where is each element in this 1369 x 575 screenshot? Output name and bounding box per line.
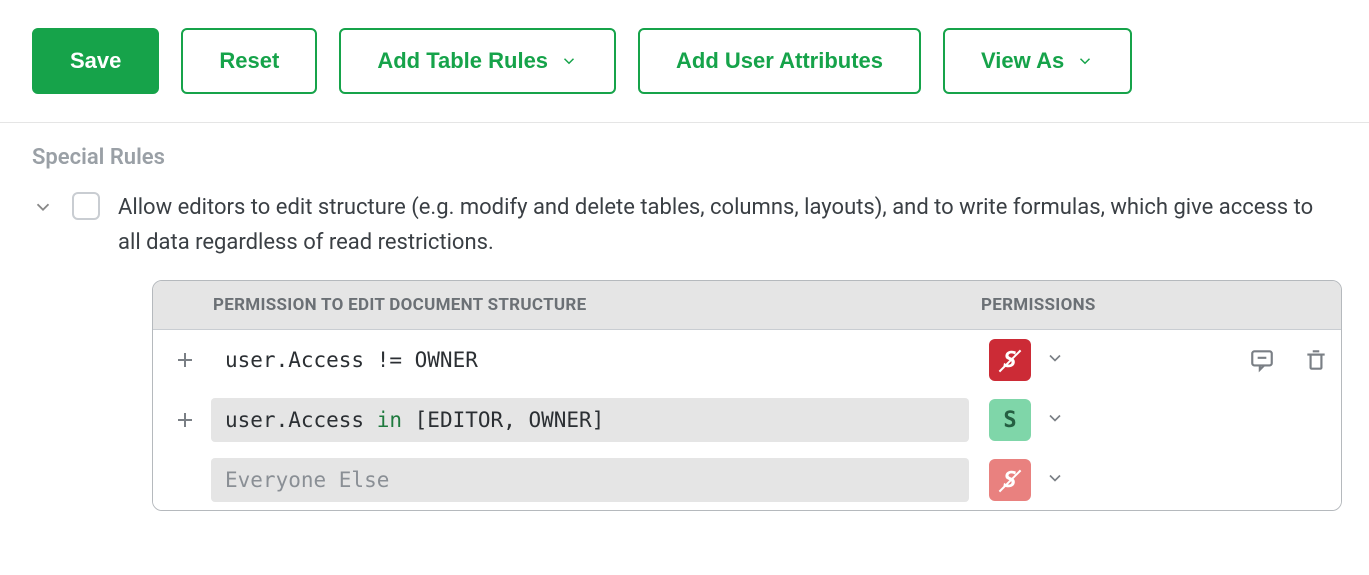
permission-badge[interactable]: S xyxy=(989,459,1031,501)
condition-input[interactable]: user.Access != OWNER xyxy=(211,338,969,382)
reset-button[interactable]: Reset xyxy=(181,28,317,94)
table-row: Everyone Else S xyxy=(153,450,1341,510)
column-condition-header: PERMISSION TO EDIT DOCUMENT STRUCTURE xyxy=(153,281,981,329)
row-actions xyxy=(1249,347,1329,373)
permission-badge[interactable]: S xyxy=(989,399,1031,441)
permission-cell: S xyxy=(989,339,1329,381)
condition-input[interactable]: Everyone Else xyxy=(211,458,969,502)
allow-editors-row: Allow editors to edit structure (e.g. mo… xyxy=(32,190,1337,260)
table-body: user.Access != OWNER Suser.Access in [EDI… xyxy=(153,330,1341,510)
permission-badge[interactable]: S xyxy=(989,339,1031,381)
delete-icon[interactable] xyxy=(1303,347,1329,373)
collapse-toggle[interactable] xyxy=(32,190,54,222)
permission-cell: S xyxy=(989,399,1329,441)
view-as-button[interactable]: View As xyxy=(943,28,1132,94)
table-row: user.Access != OWNER S xyxy=(153,330,1341,390)
view-as-label: View As xyxy=(981,48,1064,74)
section-title: Special Rules xyxy=(32,145,1337,170)
toolbar: Save Reset Add Table Rules Add User Attr… xyxy=(0,0,1369,123)
permission-dropdown[interactable] xyxy=(1041,404,1069,436)
chevron-down-icon xyxy=(560,52,578,70)
add-condition-button[interactable] xyxy=(167,342,203,378)
allow-editors-checkbox[interactable] xyxy=(72,192,100,220)
table-header: PERMISSION TO EDIT DOCUMENT STRUCTURE PE… xyxy=(153,281,1341,330)
save-button[interactable]: Save xyxy=(32,28,159,94)
condition-input[interactable]: user.Access in [EDITOR, OWNER] xyxy=(211,398,969,442)
permission-dropdown[interactable] xyxy=(1041,464,1069,496)
permission-dropdown[interactable] xyxy=(1041,344,1069,376)
add-condition-button[interactable] xyxy=(167,402,203,438)
add-user-attributes-button[interactable]: Add User Attributes xyxy=(638,28,921,94)
chevron-down-icon xyxy=(1076,52,1094,70)
permission-cell: S xyxy=(989,459,1329,501)
comment-icon[interactable] xyxy=(1249,347,1275,373)
permissions-table: PERMISSION TO EDIT DOCUMENT STRUCTURE PE… xyxy=(152,280,1342,511)
add-table-rules-button[interactable]: Add Table Rules xyxy=(339,28,616,94)
allow-editors-text: Allow editors to edit structure (e.g. mo… xyxy=(118,190,1337,260)
column-permissions-header: PERMISSIONS xyxy=(981,281,1341,329)
table-row: user.Access in [EDITOR, OWNER] S xyxy=(153,390,1341,450)
special-rules-section: Special Rules Allow editors to edit stru… xyxy=(0,123,1369,531)
add-table-rules-label: Add Table Rules xyxy=(377,48,548,74)
